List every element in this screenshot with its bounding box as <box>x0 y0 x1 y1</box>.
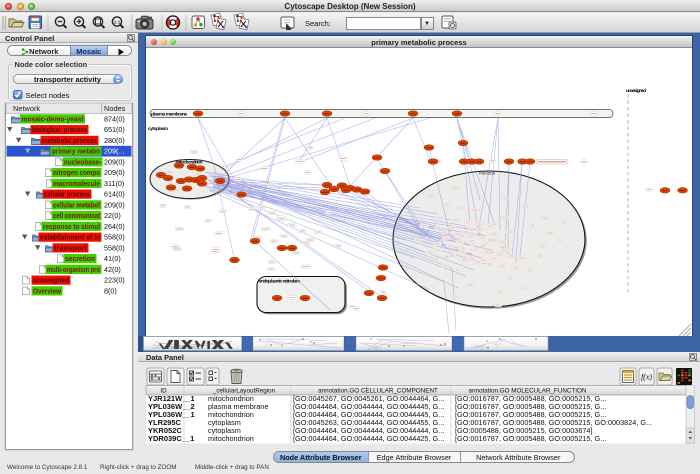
svg-text:f(x): f(x) <box>641 373 652 382</box>
svg-text:311(0): 311(0) <box>104 179 124 188</box>
svg-text:558(0): 558(0) <box>104 243 125 252</box>
svg-text:endoplasmic reticulum: endoplasmic reticulum <box>259 279 300 284</box>
svg-text:651(0): 651(0) <box>104 125 125 134</box>
svg-text:mosaic-demo-yeast: mosaic-demo-yeast <box>22 116 85 123</box>
svg-text:614(0): 614(0) <box>104 190 125 199</box>
svg-text:1:1: 1:1 <box>114 19 121 24</box>
svg-text:metabolic process: metabolic process <box>42 138 97 145</box>
svg-text:unassigned: unassigned <box>626 88 646 93</box>
svg-text:cellular metabol: cellular metabol <box>53 202 100 209</box>
svg-text:transport: transport <box>54 245 88 252</box>
svg-text:cytoplasm: cytoplasm <box>148 126 168 131</box>
svg-text:Network: Network <box>13 104 40 113</box>
svg-text:cell communicat: cell communicat <box>53 213 101 220</box>
svg-text:nitrogen compo: nitrogen compo <box>53 170 100 177</box>
svg-text:plasma membrane: plasma membrane <box>151 112 187 118</box>
svg-text:[GO:0044464, GO:0044444, GO:00: [GO:0044464, GO:0044444, GO:0044425, G..… <box>293 434 444 443</box>
svg-text:42(0): 42(0) <box>104 265 121 274</box>
svg-text:response to stimul: response to stimul <box>43 224 100 231</box>
svg-text:264(0): 264(0) <box>104 222 125 231</box>
svg-text:209(0): 209(0) <box>104 168 125 177</box>
svg-text:mitochondrion: mitochondrion <box>208 434 254 443</box>
svg-text:unassigned: unassigned <box>33 278 69 285</box>
svg-text:874(0): 874(0) <box>104 114 125 123</box>
svg-text:Overview: Overview <box>33 288 61 295</box>
svg-text:macromolecule: macromolecule <box>53 181 100 188</box>
svg-text:558(0): 558(0) <box>104 233 125 242</box>
svg-text:cellular process: cellular process <box>44 192 90 199</box>
svg-text:280(0): 280(0) <box>104 136 125 145</box>
svg-text:209(0): 209(0) <box>104 200 125 209</box>
svg-text:209(0): 209(0) <box>104 157 125 166</box>
svg-text:YDR039C__1: YDR039C__1 <box>148 434 194 443</box>
svg-text:223(0): 223(0) <box>104 276 125 285</box>
svg-text:establishment of lo: establishment of lo <box>40 235 100 242</box>
svg-text:secretion: secretion <box>65 256 95 263</box>
svg-text:nucleobase-: nucleobase- <box>64 159 102 166</box>
svg-text:Nodes: Nodes <box>104 104 126 113</box>
svg-text:22(0): 22(0) <box>104 211 121 220</box>
svg-text:[GO:0016787, GO:0005488, GO:00: [GO:0016787, GO:0005488, GO:0005215, G..… <box>455 434 606 443</box>
svg-text:multi-organism pro: multi-organism pro <box>47 267 100 274</box>
svg-text:209(...: 209(... <box>104 147 124 156</box>
svg-text:biological_process: biological_process <box>32 127 87 134</box>
svg-text:primary metabo: primary metabo <box>52 149 100 156</box>
svg-text:41(0): 41(0) <box>104 254 121 263</box>
svg-text:8(0): 8(0) <box>104 286 117 295</box>
